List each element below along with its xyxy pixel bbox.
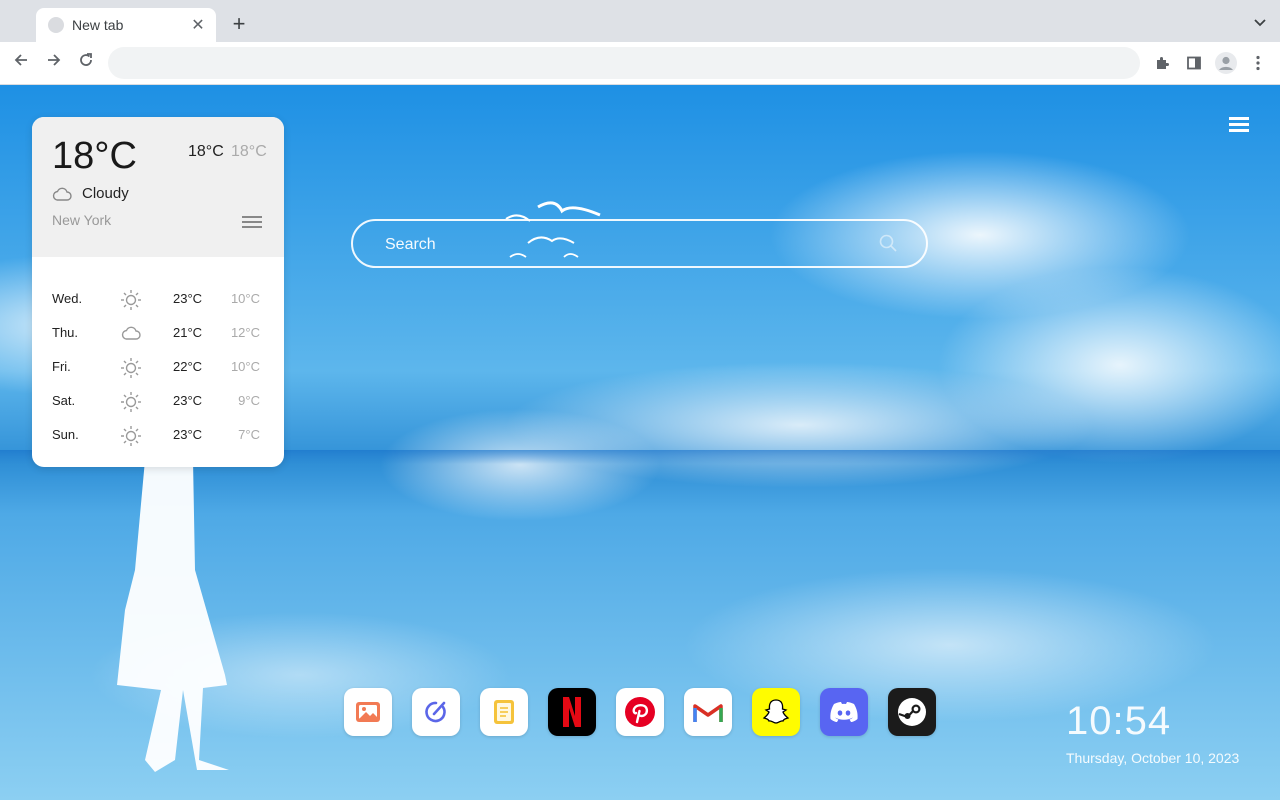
gmail-icon xyxy=(693,704,723,722)
edit-icon xyxy=(425,701,446,723)
forecast-low: 10°C xyxy=(230,359,260,374)
weather-menu-icon[interactable] xyxy=(242,213,262,231)
edit-app-button[interactable] xyxy=(412,688,460,736)
favicon-icon xyxy=(48,17,64,33)
tab-search-button[interactable] xyxy=(1254,14,1266,30)
discord-app-button[interactable] xyxy=(820,688,868,736)
netflix-icon xyxy=(563,697,581,727)
steam-app-button[interactable] xyxy=(888,688,936,736)
forecast-day: Sun. xyxy=(52,427,79,442)
new-tab-button[interactable]: + xyxy=(228,13,250,36)
clock-date: Thursday, October 10, 2023 xyxy=(1066,750,1240,766)
extensions-icon[interactable] xyxy=(1152,53,1172,73)
forecast-day: Thu. xyxy=(52,325,79,340)
forecast-low: 10°C xyxy=(230,291,260,306)
tab-new-tab[interactable]: New tab ✕ xyxy=(36,8,216,42)
cloud-icon xyxy=(121,326,141,340)
weather-widget: 18°C 18°C 18°C Cloudy New York Wed. 23°C… xyxy=(32,117,284,467)
search-icon[interactable] xyxy=(878,233,898,253)
sun-icon xyxy=(121,290,141,310)
condition-label: Cloudy xyxy=(82,185,129,202)
forecast-high: 23°C xyxy=(173,393,203,408)
forward-button[interactable] xyxy=(43,52,65,74)
search-box xyxy=(351,219,928,268)
forecast-low: 12°C xyxy=(230,325,260,340)
forecast-row: Thu. 21°C 12°C xyxy=(32,317,284,351)
city-label: New York xyxy=(52,212,112,228)
today-high: 18°C xyxy=(188,143,224,160)
forecast-high: 21°C xyxy=(173,325,203,340)
side-panel-icon[interactable] xyxy=(1184,53,1204,73)
current-temperature: 18°C xyxy=(52,135,137,177)
notes-app-button[interactable] xyxy=(480,688,528,736)
forecast-high: 23°C xyxy=(173,427,203,442)
forecast-day: Fri. xyxy=(52,359,71,374)
sun-icon xyxy=(121,358,141,378)
back-button[interactable] xyxy=(10,52,32,74)
close-tab-icon[interactable]: ✕ xyxy=(188,15,208,35)
forecast-high: 22°C xyxy=(173,359,203,374)
forecast-row: Fri. 22°C 10°C xyxy=(32,351,284,385)
snapchat-app-button[interactable] xyxy=(752,688,800,736)
forecast-day: Sat. xyxy=(52,393,76,408)
weather-condition: Cloudy xyxy=(52,185,129,202)
address-bar-input[interactable] xyxy=(108,47,1140,79)
birds-decoration xyxy=(505,201,601,258)
netflix-app-button[interactable] xyxy=(548,688,596,736)
forecast-list: Wed. 23°C 10°C Thu. 21°C 12°C Fri. 22°C … xyxy=(32,283,284,453)
sun-icon xyxy=(121,392,141,412)
forecast-high: 23°C xyxy=(173,291,203,306)
discord-icon xyxy=(830,702,858,722)
forecast-row: Wed. 23°C 10°C xyxy=(32,283,284,317)
tab-strip: New tab ✕ + xyxy=(0,0,1280,42)
tab-title: New tab xyxy=(72,17,124,33)
clock-time: 10:54 xyxy=(1066,699,1172,743)
pinterest-app-button[interactable] xyxy=(616,688,664,736)
app-dock xyxy=(344,688,956,736)
today-low: 18°C xyxy=(231,143,267,160)
reload-button[interactable] xyxy=(75,52,97,74)
pinterest-icon xyxy=(625,697,655,727)
forecast-day: Wed. xyxy=(52,291,83,306)
cloud-icon xyxy=(52,187,72,201)
photos-app-button[interactable] xyxy=(344,688,392,736)
profile-avatar-icon[interactable] xyxy=(1214,51,1238,75)
snapchat-icon xyxy=(762,699,790,724)
steam-icon xyxy=(898,698,926,726)
weather-current: 18°C 18°C 18°C Cloudy New York xyxy=(32,117,284,257)
notes-icon xyxy=(494,700,514,724)
new-tab-page: 18°C 18°C 18°C Cloudy New York Wed. 23°C… xyxy=(0,85,1280,800)
page-menu-icon[interactable] xyxy=(1229,117,1249,133)
sun-icon xyxy=(121,426,141,446)
photos-icon xyxy=(356,702,380,722)
browser-menu-icon[interactable] xyxy=(1248,53,1268,73)
search-input[interactable] xyxy=(383,231,867,259)
forecast-row: Sun. 23°C 7°C xyxy=(32,419,284,453)
silhouette-decoration xyxy=(117,460,229,772)
browser-toolbar xyxy=(0,42,1280,85)
forecast-low: 7°C xyxy=(238,427,260,442)
gmail-app-button[interactable] xyxy=(684,688,732,736)
forecast-low: 9°C xyxy=(238,393,260,408)
forecast-row: Sat. 23°C 9°C xyxy=(32,385,284,419)
